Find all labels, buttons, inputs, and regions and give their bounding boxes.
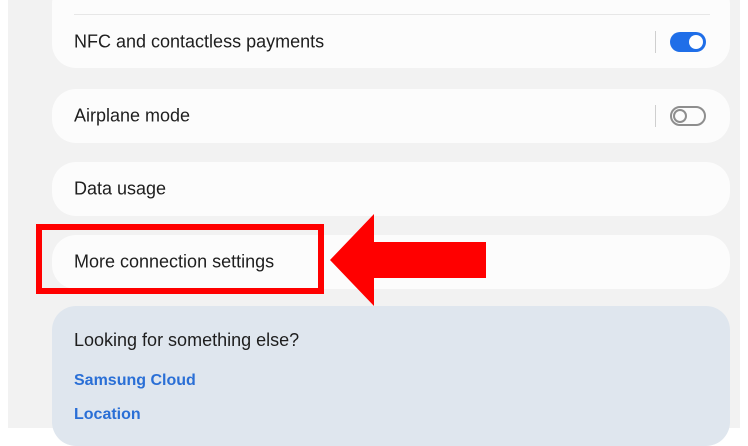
red-arrow-icon: [330, 214, 486, 306]
settings-item-airplane-mode[interactable]: Airplane mode: [52, 89, 730, 143]
settings-item-data-usage[interactable]: Data usage: [52, 162, 730, 216]
toggle-separator: [655, 31, 656, 53]
toggle-separator: [655, 105, 656, 127]
row-divider: [74, 14, 710, 15]
airplane-mode-label: Airplane mode: [74, 105, 191, 126]
link-location[interactable]: Location: [74, 406, 141, 424]
nfc-toggle-switch[interactable]: [670, 32, 706, 52]
airplane-mode-toggle-switch[interactable]: [670, 106, 706, 126]
highlight-box: [36, 224, 324, 294]
settings-card-nfc[interactable]: NFC and contactless payments: [52, 0, 730, 68]
data-usage-label: Data usage: [74, 178, 167, 199]
link-samsung-cloud[interactable]: Samsung Cloud: [74, 372, 196, 390]
nfc-label: NFC and contactless payments: [74, 31, 325, 52]
suggestions-heading: Looking for something else?: [74, 330, 300, 350]
suggestions-card: Looking for something else? Samsung Clou…: [52, 306, 730, 446]
